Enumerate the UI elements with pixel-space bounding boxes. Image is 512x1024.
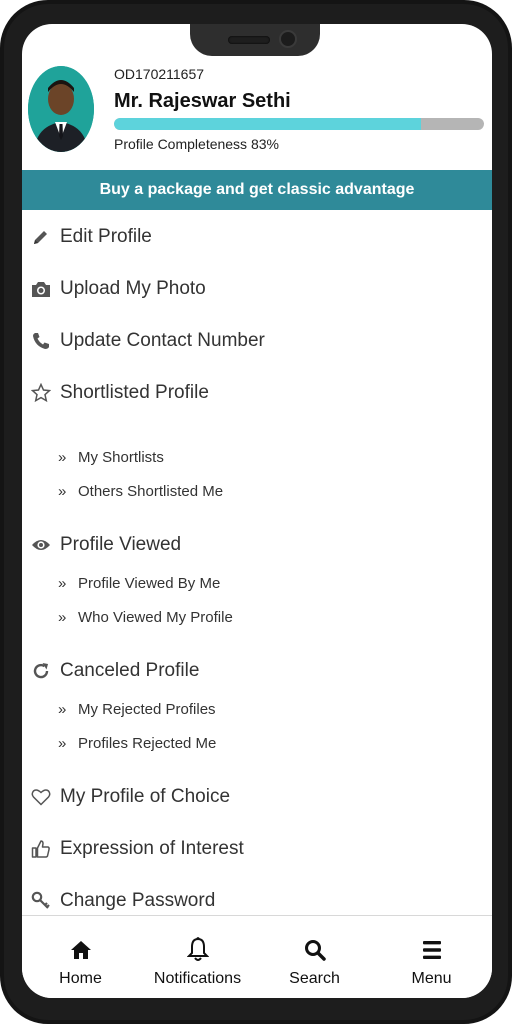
avatar[interactable] [28,66,94,152]
key-icon [22,891,60,911]
submenu-item-others-shortlisted[interactable]: » Others Shortlisted Me [22,477,492,505]
nav-notifications-button[interactable]: Notifications [139,916,256,998]
menu-item-expression-interest[interactable]: Expression of Interest [22,831,492,867]
camera-notch [190,24,320,56]
menu-item-update-contact[interactable]: Update Contact Number [22,323,492,359]
menu-item-shortlisted[interactable]: Shortlisted Profile [22,375,492,411]
menu-item-edit-profile[interactable]: Edit Profile [22,219,492,255]
submenu-label: Who Viewed My Profile [78,608,233,626]
menu-item-change-password[interactable]: Change Password [22,883,492,919]
heart-icon [22,788,60,806]
submenu-label: Profiles Rejected Me [78,734,217,752]
submenu-item-rejected-me[interactable]: » Profiles Rejected Me [22,729,492,757]
menu-label: Change Password [60,890,216,911]
submenu-item-my-rejected[interactable]: » My Rejected Profiles [22,695,492,723]
front-camera [279,30,297,48]
menu-label: Upload My Photo [60,278,206,299]
menu-item-upload-photo[interactable]: Upload My Photo [22,271,492,307]
nav-menu-button[interactable]: Menu [373,916,490,998]
chevron-double-right-icon: » [58,448,67,466]
speaker-grille [228,36,270,44]
submenu-item-viewed-by-me[interactable]: » Profile Viewed By Me [22,569,492,597]
chevron-double-right-icon: » [58,734,67,752]
submenu-item-my-shortlists[interactable]: » My Shortlists [22,443,492,471]
menu-item-canceled[interactable]: Canceled Profile [22,653,492,689]
chevron-double-right-icon: » [58,574,67,592]
nav-label: Menu [411,970,452,987]
nav-search-button[interactable]: Search [256,916,373,998]
chevron-double-right-icon: » [58,482,67,500]
phone-icon [22,332,60,350]
phone-frame: OD170211657 Mr. Rajeswar Sethi Profile C… [0,0,512,1024]
bottom-navigation: Home Notifications Search Menu [22,915,492,998]
menu-label: Expression of Interest [60,838,244,859]
menu-item-profile-of-choice[interactable]: My Profile of Choice [22,779,492,815]
menu-item-profile-viewed[interactable]: Profile Viewed [22,527,492,563]
nav-label: Notifications [153,970,242,987]
thumbs-up-icon [22,839,60,859]
avatar-photo [28,66,94,152]
submenu-item-who-viewed[interactable]: » Who Viewed My Profile [22,603,492,631]
profile-id: OD170211657 [114,66,205,82]
menu-label: Update Contact Number [60,330,265,351]
menu-label: My Profile of Choice [60,786,231,807]
nav-label: Home [59,970,102,987]
pencil-icon [22,228,60,246]
nav-label: Search [289,970,340,987]
nav-home-button[interactable]: Home [22,916,139,998]
star-icon [22,383,60,403]
camera-icon [22,280,60,298]
refresh-icon [22,662,60,680]
search-icon [304,936,326,964]
chevron-double-right-icon: » [58,608,67,626]
chevron-double-right-icon: » [58,700,67,718]
menu-label: Shortlisted Profile [60,382,209,403]
home-icon [70,936,92,964]
menu-label: Edit Profile [60,226,152,247]
submenu-label: Others Shortlisted Me [78,482,224,500]
menu-label: Profile Viewed [60,534,182,555]
upgrade-banner[interactable]: Buy a package and get classic advantage [22,170,492,210]
submenu-label: Profile Viewed By Me [78,574,221,592]
hamburger-icon [421,936,443,964]
eye-icon [22,538,60,552]
bell-icon [186,936,209,964]
profile-completeness-text: Profile Completeness 83% [114,136,279,152]
profile-progress-bar [114,118,484,130]
submenu-label: My Shortlists [78,448,164,466]
profile-progress-fill [114,118,422,130]
profile-name: Mr. Rajeswar Sethi [114,90,291,112]
menu-label: Canceled Profile [60,660,200,681]
app-screen: OD170211657 Mr. Rajeswar Sethi Profile C… [22,24,492,998]
submenu-label: My Rejected Profiles [78,700,216,718]
